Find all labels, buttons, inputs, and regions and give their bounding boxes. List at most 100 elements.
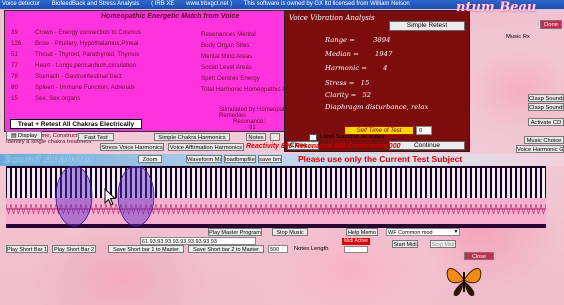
done-label: Done bbox=[544, 22, 558, 28]
frequency-sequence-field[interactable]: 61.93.93.93.93.93.93.93.93.93 bbox=[140, 237, 256, 245]
waveform-bar bbox=[222, 168, 225, 198]
stress-voice-harmonics-button[interactable]: Stress Voice Harmonics bbox=[100, 143, 164, 151]
load-bmp-button[interactable]: loadbmpfile bbox=[224, 155, 256, 163]
self-time-value[interactable]: 0 bbox=[416, 126, 432, 135]
voice-harmonic-graph-button[interactable]: Voice Harmonic Graph bbox=[516, 145, 564, 153]
waveform-bar bbox=[202, 168, 205, 198]
done-button[interactable]: Done bbox=[540, 20, 562, 29]
fast-test-button[interactable]: Fast Test bbox=[78, 133, 114, 141]
title-segment-2: BiofeedBack and Stress Analysis bbox=[51, 1, 140, 7]
title-segment-4: www.trbxgct.net ) bbox=[186, 1, 233, 7]
harmonic-label: Harmonic = bbox=[325, 64, 367, 72]
harmonic-value: 4 bbox=[383, 64, 388, 72]
waveform-bar bbox=[342, 168, 345, 198]
notes-length-field[interactable]: 500 bbox=[268, 245, 288, 253]
voice-affirmation-harmonics-button[interactable]: Voice Affirmation Harmonics bbox=[168, 143, 244, 151]
chakra-text: Heart - Lungs,pericardium,circulation bbox=[35, 62, 137, 69]
chakra-row[interactable]: 80 Spleen - Immune Function, Adrenals bbox=[11, 82, 191, 93]
waveform-bar bbox=[172, 168, 175, 198]
waveform-bar bbox=[397, 168, 400, 198]
chakra-row[interactable]: 15 Sex, Sex organs bbox=[11, 93, 191, 104]
label-sound-checkbox[interactable] bbox=[309, 134, 317, 141]
waveform-bar bbox=[527, 168, 530, 198]
chakra-row[interactable]: 51 Throat - Thyroid, Parathyroid, Thymus bbox=[11, 49, 191, 60]
median-value: 1947 bbox=[374, 50, 393, 58]
chakra-text: Crown - Energy connection to Cosmos bbox=[35, 29, 141, 36]
save-short-bar-1-button[interactable]: Save Short bar 1 to Master bbox=[108, 245, 184, 253]
device-select[interactable]: WF Common mod bbox=[386, 228, 460, 236]
median-label: Median = bbox=[325, 50, 359, 58]
chakra-row[interactable]: 77 Heart - Lungs,pericardium,circulation bbox=[11, 60, 191, 71]
waveform-bar bbox=[232, 168, 235, 198]
waveform-display[interactable] bbox=[6, 166, 546, 228]
help-memo-button[interactable]: Help Memo bbox=[346, 228, 378, 236]
waveform-bar bbox=[167, 168, 170, 198]
waveform-svg bbox=[6, 166, 546, 228]
clasp-sounds-button-1[interactable]: Clasp Sounds bbox=[528, 94, 564, 102]
simple-chakra-harmonics-button[interactable]: Simple Chakra Harmonics bbox=[154, 133, 230, 141]
chakra-text: Throat - Thyroid, Parathyroid, Thymus bbox=[35, 51, 140, 58]
stop-midi-button[interactable]: Stop Midi bbox=[430, 240, 456, 248]
chakra-text: Sex, Sex organs bbox=[35, 95, 81, 102]
waveform-bar bbox=[192, 168, 195, 198]
homeopathic-title: Homeopathic Energetic Match from Voice bbox=[101, 13, 240, 20]
bottom-close-button[interactable]: Close bbox=[464, 252, 494, 260]
save-bmp-button[interactable]: save bmp bbox=[258, 155, 282, 163]
title-segment-1: Voice detector bbox=[2, 1, 41, 7]
waveform-bar bbox=[237, 168, 240, 198]
simple-retest-button[interactable]: Simple Retest bbox=[389, 21, 465, 31]
waveform-bar bbox=[252, 168, 255, 198]
label-sound-text: Label Sound to be tested bbox=[320, 134, 385, 140]
display-button[interactable]: ▤ Display bbox=[6, 131, 42, 140]
display-icon: ▤ bbox=[10, 133, 17, 139]
waveform-bar bbox=[292, 168, 295, 198]
chakra-row[interactable]: 78 Stomach - Gastrointestinal tract bbox=[11, 71, 191, 82]
waveform-bar bbox=[452, 168, 455, 198]
chakra-num: 39 bbox=[11, 29, 18, 36]
music-rx-button[interactable]: Music Rx bbox=[506, 33, 556, 41]
waveform-bar bbox=[392, 168, 395, 198]
waveform-bar bbox=[302, 168, 305, 198]
chevron-down-icon[interactable]: ▼ bbox=[452, 228, 460, 236]
clasp-sounds-button-2[interactable]: Clasp Sounds bbox=[528, 103, 564, 111]
waveform-bar bbox=[227, 168, 230, 198]
waveform-bar bbox=[422, 168, 425, 198]
waveform-bar bbox=[272, 168, 275, 198]
waveform-bar bbox=[467, 168, 470, 198]
activate-cd-button[interactable]: Activate CD bbox=[528, 118, 564, 126]
stress-value: 15 bbox=[360, 79, 370, 87]
dialog-title: Voice Vibration Analysis bbox=[289, 14, 375, 22]
clarity-label: Clarity = bbox=[325, 91, 357, 99]
play-master-program-button[interactable]: Play Master Program bbox=[208, 228, 262, 236]
play-short-bar-1-button[interactable]: Play Short Bar 1 bbox=[6, 245, 48, 253]
zoom-button[interactable]: Zoom bbox=[138, 155, 162, 163]
chakra-row[interactable]: 39 Crown - Energy connection to Cosmos bbox=[11, 27, 191, 38]
waveform-bar bbox=[52, 168, 55, 198]
waveform-bar bbox=[537, 168, 540, 198]
sound-analyzer-title: Sound Analyzer bbox=[4, 154, 94, 166]
waveform-bar bbox=[502, 168, 505, 198]
bottom-close-label: Close bbox=[471, 254, 487, 260]
homeopathic-panel: Homeopathic Energetic Match from Voice 3… bbox=[4, 10, 300, 132]
waveform-bar bbox=[512, 168, 515, 198]
mouse-cursor-icon bbox=[104, 187, 118, 206]
device-select-value: WF Common mod bbox=[388, 230, 433, 236]
waveform-bar bbox=[207, 168, 210, 198]
waveform-bar bbox=[487, 168, 490, 198]
waveform-bar bbox=[462, 168, 465, 198]
chakra-row[interactable]: 126 Brow - Pituitary, Hypothalamus,Pineal bbox=[11, 38, 191, 49]
waveform-map-button[interactable]: Waveform Map bbox=[186, 155, 222, 163]
waveform-bar bbox=[507, 168, 510, 198]
chakra-num: 126 bbox=[11, 40, 22, 47]
treat-all-chakras-button[interactable]: Treat + Retest All Chakras Electrically bbox=[10, 119, 142, 129]
notes-toggle[interactable] bbox=[270, 133, 280, 141]
play-short-bar-2-button[interactable]: Play Short Bar 2 bbox=[52, 245, 96, 253]
waveform-bar bbox=[187, 168, 190, 198]
stop-music-button[interactable]: Stop Music bbox=[272, 228, 308, 236]
midi-level-field[interactable] bbox=[344, 246, 368, 253]
start-midi-button[interactable]: Start Midi bbox=[392, 240, 418, 248]
save-short-bar-2-button[interactable]: Save Short bar 2 to Master bbox=[188, 245, 264, 253]
music-choice-button[interactable]: Music Choice bbox=[524, 136, 564, 144]
range-value: 3894 bbox=[373, 36, 391, 44]
notes-button[interactable]: Notes bbox=[246, 133, 266, 141]
